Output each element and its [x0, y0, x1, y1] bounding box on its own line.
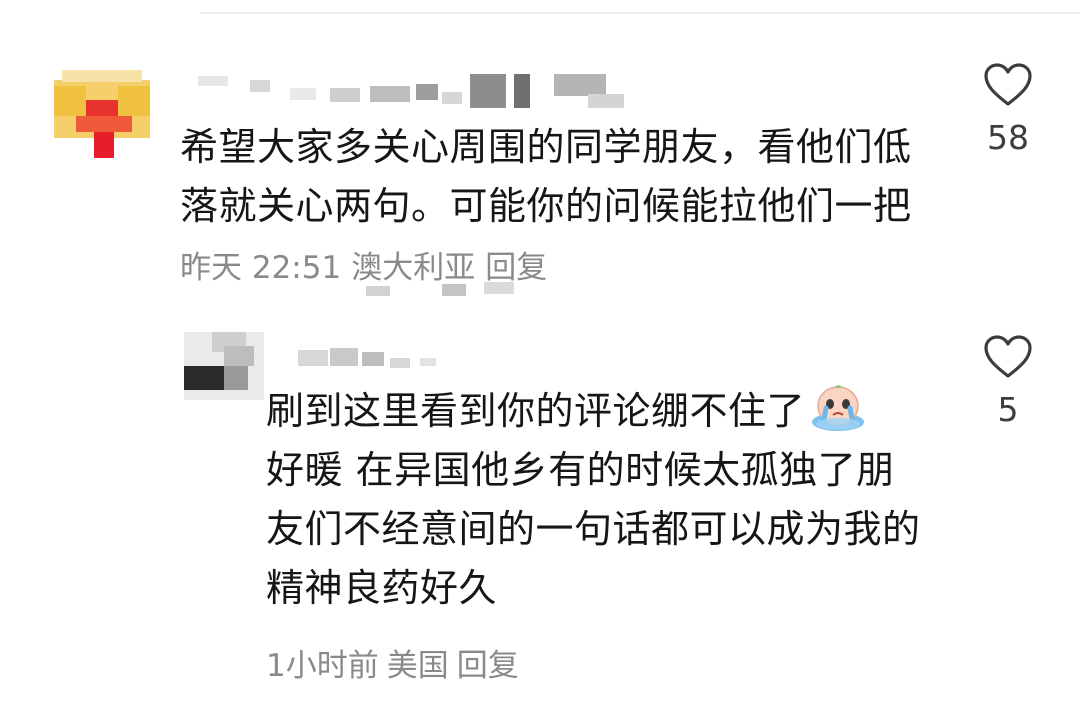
- crying-face-emoji: [812, 385, 865, 431]
- blur-artifact: [366, 282, 526, 304]
- reply-like-control[interactable]: 5: [968, 334, 1048, 429]
- reply-time: 1小时前: [266, 648, 379, 684]
- reply-body-rest: 好暖 在异国他乡有的时候太孤独了朋友们不经意间的一句话都可以成为我的精神良药好久: [266, 448, 921, 610]
- reply-like-count: 5: [997, 390, 1019, 429]
- reply-reply-button[interactable]: 回复: [457, 648, 519, 684]
- comment-time: 昨天 22:51: [180, 250, 342, 286]
- comment-body: 希望大家多关心周围的同学朋友，看他们低落就关心两句。可能你的问候能拉他们一把: [180, 125, 912, 228]
- like-control[interactable]: 58: [968, 62, 1048, 157]
- reply-location: 美国: [386, 648, 449, 684]
- top-divider: [200, 12, 1080, 14]
- like-count: 58: [987, 118, 1029, 157]
- reply-username-blurred[interactable]: [290, 340, 450, 376]
- comment-text: 希望大家多关心周围的同学朋友，看他们低落就关心两句。可能你的问候能拉他们一把 昨…: [180, 118, 920, 298]
- reply-text: 刷到这里看到你的评论绷不住了 好暖 在异国他乡有的时候太孤独了朋友们不经意间的一…: [266, 382, 926, 618]
- username-blurred[interactable]: [180, 66, 640, 116]
- reply-body-line1: 刷到这里看到你的评论绷不住了: [266, 389, 806, 433]
- heart-icon[interactable]: [983, 62, 1033, 108]
- reply-meta: 1小时前 美国 回复: [266, 640, 527, 685]
- comment-meta: 昨天 22:51 澳大利亚 回复: [180, 250, 557, 286]
- comment-location: 澳大利亚: [351, 250, 476, 286]
- avatar[interactable]: [54, 70, 150, 166]
- reply-avatar[interactable]: [184, 332, 264, 400]
- reply-button[interactable]: 回复: [485, 250, 547, 286]
- heart-icon[interactable]: [983, 334, 1033, 380]
